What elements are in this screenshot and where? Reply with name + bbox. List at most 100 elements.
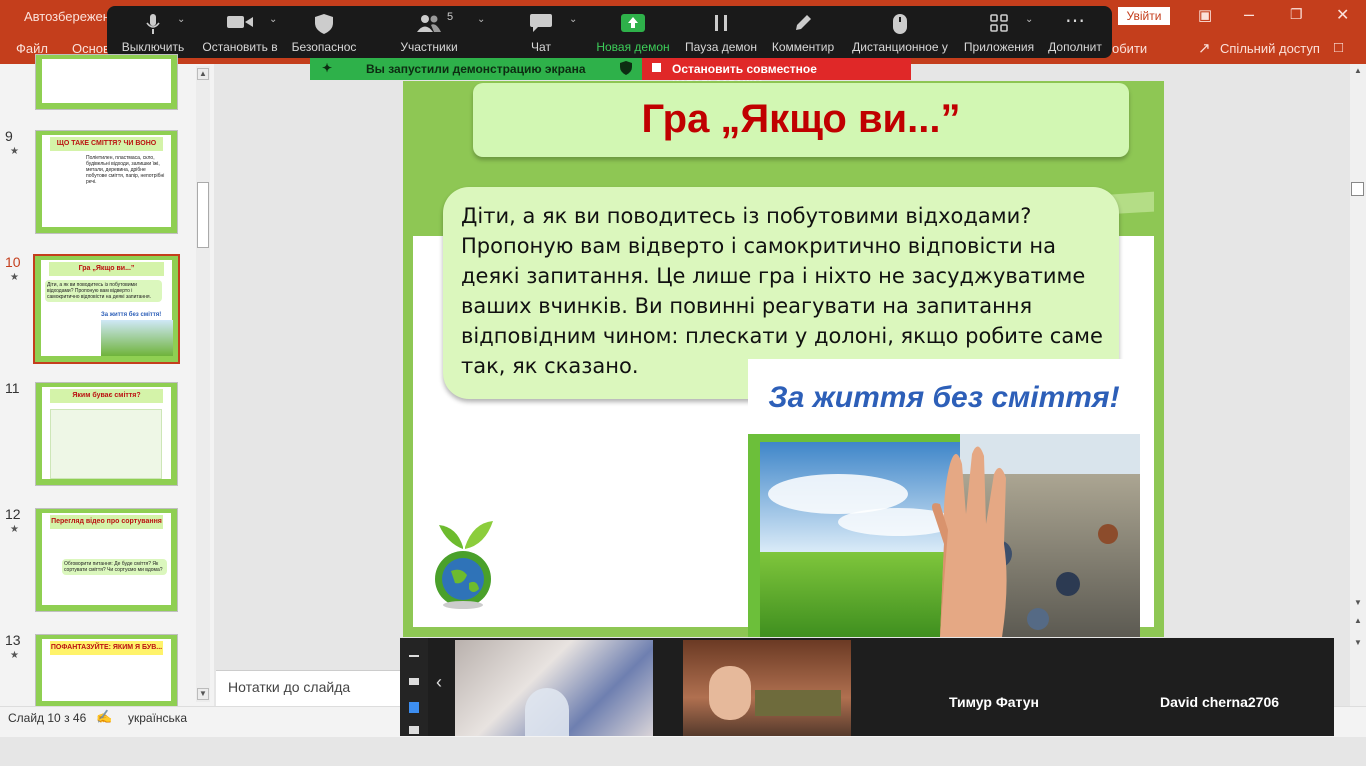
video-layout-controls — [400, 638, 428, 736]
apps-button[interactable]: ⌄ Приложения — [959, 6, 1039, 58]
scrollbar-thumb[interactable] — [197, 182, 209, 248]
thumb-title: ПОФАНТАЗУЙТЕ: ЯКИМ Я БУВ... ЯК ЖИТТЯ МИ,… — [50, 641, 163, 655]
slide-number: 13 — [5, 632, 21, 648]
remote-control-button[interactable]: Дистанционное у — [847, 6, 953, 58]
more-button[interactable]: ⋯ Дополнит — [1043, 6, 1107, 58]
main-slide[interactable]: Гра „Якщо ви...” Діти, а як ви поводитес… — [403, 81, 1164, 637]
comments-icon[interactable]: □ — [1334, 39, 1343, 56]
pencil-icon — [794, 14, 812, 37]
participants-button[interactable]: 5 Участники — [389, 6, 469, 58]
thumb-title: Яким буває сміття? — [50, 389, 163, 403]
thumb-title: Перегляд відео про сортування сміття — [50, 515, 163, 529]
slide-thumbnail[interactable]: ЩО ТАКЕ СМІТТЯ? ЧИ ВОНО ЗАГРОЖУЄ ЗДОРОВ'… — [35, 130, 178, 234]
single-view-icon[interactable] — [409, 678, 419, 685]
participants-icon — [416, 14, 442, 37]
more-dots-icon: ⋯ — [1065, 10, 1085, 32]
chevron-down-icon[interactable]: ⌄ — [1025, 14, 1033, 25]
login-button[interactable]: Увійти — [1118, 7, 1170, 25]
thumb-inner — [42, 59, 171, 103]
pause-icon — [713, 14, 729, 37]
slide-thumbnail[interactable]: ПОФАНТАЗУЙТЕ: ЯКИМ Я БУВ... ЯК ЖИТТЯ МИ,… — [35, 634, 178, 707]
star-icon: ★ — [10, 272, 19, 283]
shield-icon — [315, 14, 333, 39]
star-icon: ★ — [10, 650, 19, 661]
share-button[interactable]: Спільний доступ — [1220, 41, 1320, 56]
chevron-left-icon[interactable]: ‹ — [436, 672, 442, 693]
slide-thumbnail[interactable]: Перегляд відео про сортування сміття Обг… — [35, 508, 178, 612]
security-button[interactable]: Безопаснос — [287, 6, 361, 58]
grid-view-icon[interactable] — [409, 726, 419, 734]
chat-button[interactable]: Чат — [521, 6, 561, 58]
shield-check-icon — [620, 61, 632, 78]
thumb-diagram — [50, 409, 162, 479]
close-icon[interactable]: ✕ — [1336, 5, 1349, 25]
share-screen-icon — [621, 14, 645, 37]
minimize-video-icon[interactable] — [409, 655, 419, 657]
poster-photo — [748, 434, 1140, 637]
share-status-banner[interactable]: ✦ Вы запустили демонстрацию экрана — [310, 58, 642, 80]
minimize-icon[interactable]: – — [1244, 4, 1254, 25]
language-indicator[interactable]: українська — [128, 711, 187, 725]
stop-video-button[interactable]: ⌄ Остановить в — [199, 6, 281, 58]
thumb-body: Обговорити питання: Де буде сміття? Як с… — [62, 559, 167, 575]
participant-name-tile[interactable]: David cherna2706 — [1107, 638, 1332, 734]
chevron-down-icon[interactable]: ⌄ — [177, 14, 185, 25]
slide-scrollbar[interactable]: ▲ ▼ ▲ ▼ — [1350, 64, 1366, 706]
video-camera-icon — [227, 14, 253, 35]
slide-title-box: Гра „Якщо ви...” — [473, 83, 1129, 157]
previous-slide-icon[interactable]: ▲ — [1352, 616, 1364, 628]
notes-pane[interactable]: Нотатки до слайда — [216, 670, 406, 706]
chevron-down-icon[interactable]: ⌄ — [569, 14, 577, 25]
poster-image: За життя без сміття! — [748, 359, 1140, 637]
eco-globe-logo — [427, 519, 499, 611]
slide-thumbnail[interactable]: Яким буває сміття? — [35, 382, 178, 486]
scroll-down-arrow-icon[interactable]: ▼ — [1352, 598, 1364, 610]
apps-label: Приложения — [963, 40, 1035, 54]
slide-number: 11 — [5, 380, 20, 396]
participant-silhouette — [525, 688, 569, 736]
participants-count: 5 — [447, 11, 454, 23]
thumb-body: Діти, а як ви поводитесь із побутовими в… — [45, 280, 162, 302]
slide-title: Гра „Якщо ви...” — [641, 97, 961, 141]
slide-number-selected: 10 — [5, 254, 21, 270]
apps-icon — [990, 14, 1008, 37]
slide-body-text: Діти, а як ви поводитесь із побутовими в… — [461, 204, 1103, 378]
security-label: Безопаснос — [291, 40, 357, 54]
participant-video-tile[interactable] — [455, 640, 653, 736]
chevron-down-icon[interactable]: ⌄ — [477, 14, 485, 25]
participant-video-tile[interactable] — [683, 640, 851, 736]
chat-bubble-icon — [530, 14, 552, 37]
slide-thumbnail-selected[interactable]: Гра „Якщо ви...” Діти, а як ви поводитес… — [33, 254, 180, 364]
slide-thumbnails-panel: 9 ★ ЩО ТАКЕ СМІТТЯ? ЧИ ВОНО ЗАГРОЖУЄ ЗДО… — [0, 54, 214, 707]
strip-view-icon[interactable] — [409, 702, 419, 713]
next-slide-icon[interactable]: ▼ — [1352, 638, 1364, 650]
thumb-body: Поліетилен, пластмаса, скло, будівельні … — [86, 155, 165, 185]
stop-share-button[interactable]: Остановить совместное использование — [642, 58, 911, 90]
stop-video-label: Остановить в — [202, 40, 278, 54]
scroll-up-arrow-icon[interactable]: ▲ — [1352, 66, 1364, 78]
ribbon-display-icon[interactable]: ▣ — [1198, 6, 1212, 24]
chevron-down-icon[interactable]: ⌄ — [269, 14, 277, 25]
pause-share-button[interactable]: Пауза демон — [681, 6, 761, 58]
participant-name-tile[interactable]: Тимур Фатун — [881, 638, 1107, 734]
scroll-down-arrow-icon[interactable]: ▼ — [197, 688, 209, 700]
scroll-up-arrow-icon[interactable]: ▲ — [197, 68, 209, 80]
remote-control-label: Дистанционное у — [852, 40, 948, 54]
new-share-button[interactable]: Новая демон — [593, 6, 673, 58]
autosave-label[interactable]: Автозбережен — [24, 9, 110, 24]
notes-accessibility-icon[interactable]: ✍ — [96, 709, 112, 725]
slide-number: 9 — [5, 128, 13, 144]
annotate-button[interactable]: Комментир — [767, 6, 839, 58]
zoom-video-strip: ‹ Тимур Фатун David cherna2706 — [400, 638, 1334, 736]
thumb-poster-title: За життя без сміття! — [101, 312, 162, 318]
share-icon[interactable]: ↗ — [1198, 39, 1211, 57]
slide-thumbnail[interactable] — [35, 54, 178, 110]
star-icon: ★ — [10, 524, 19, 535]
restore-icon[interactable]: ❐ — [1290, 6, 1303, 23]
ribbon-tab-partial[interactable]: обити — [1112, 41, 1147, 56]
mute-button[interactable]: ⌄ Выключить — [115, 6, 191, 58]
stop-square-icon — [652, 63, 661, 72]
scrollbar-thumb[interactable] — [1351, 182, 1364, 196]
thumbnails-scrollbar[interactable]: ▲ ▼ — [196, 66, 210, 702]
pin-icon: ✦ — [322, 61, 333, 75]
